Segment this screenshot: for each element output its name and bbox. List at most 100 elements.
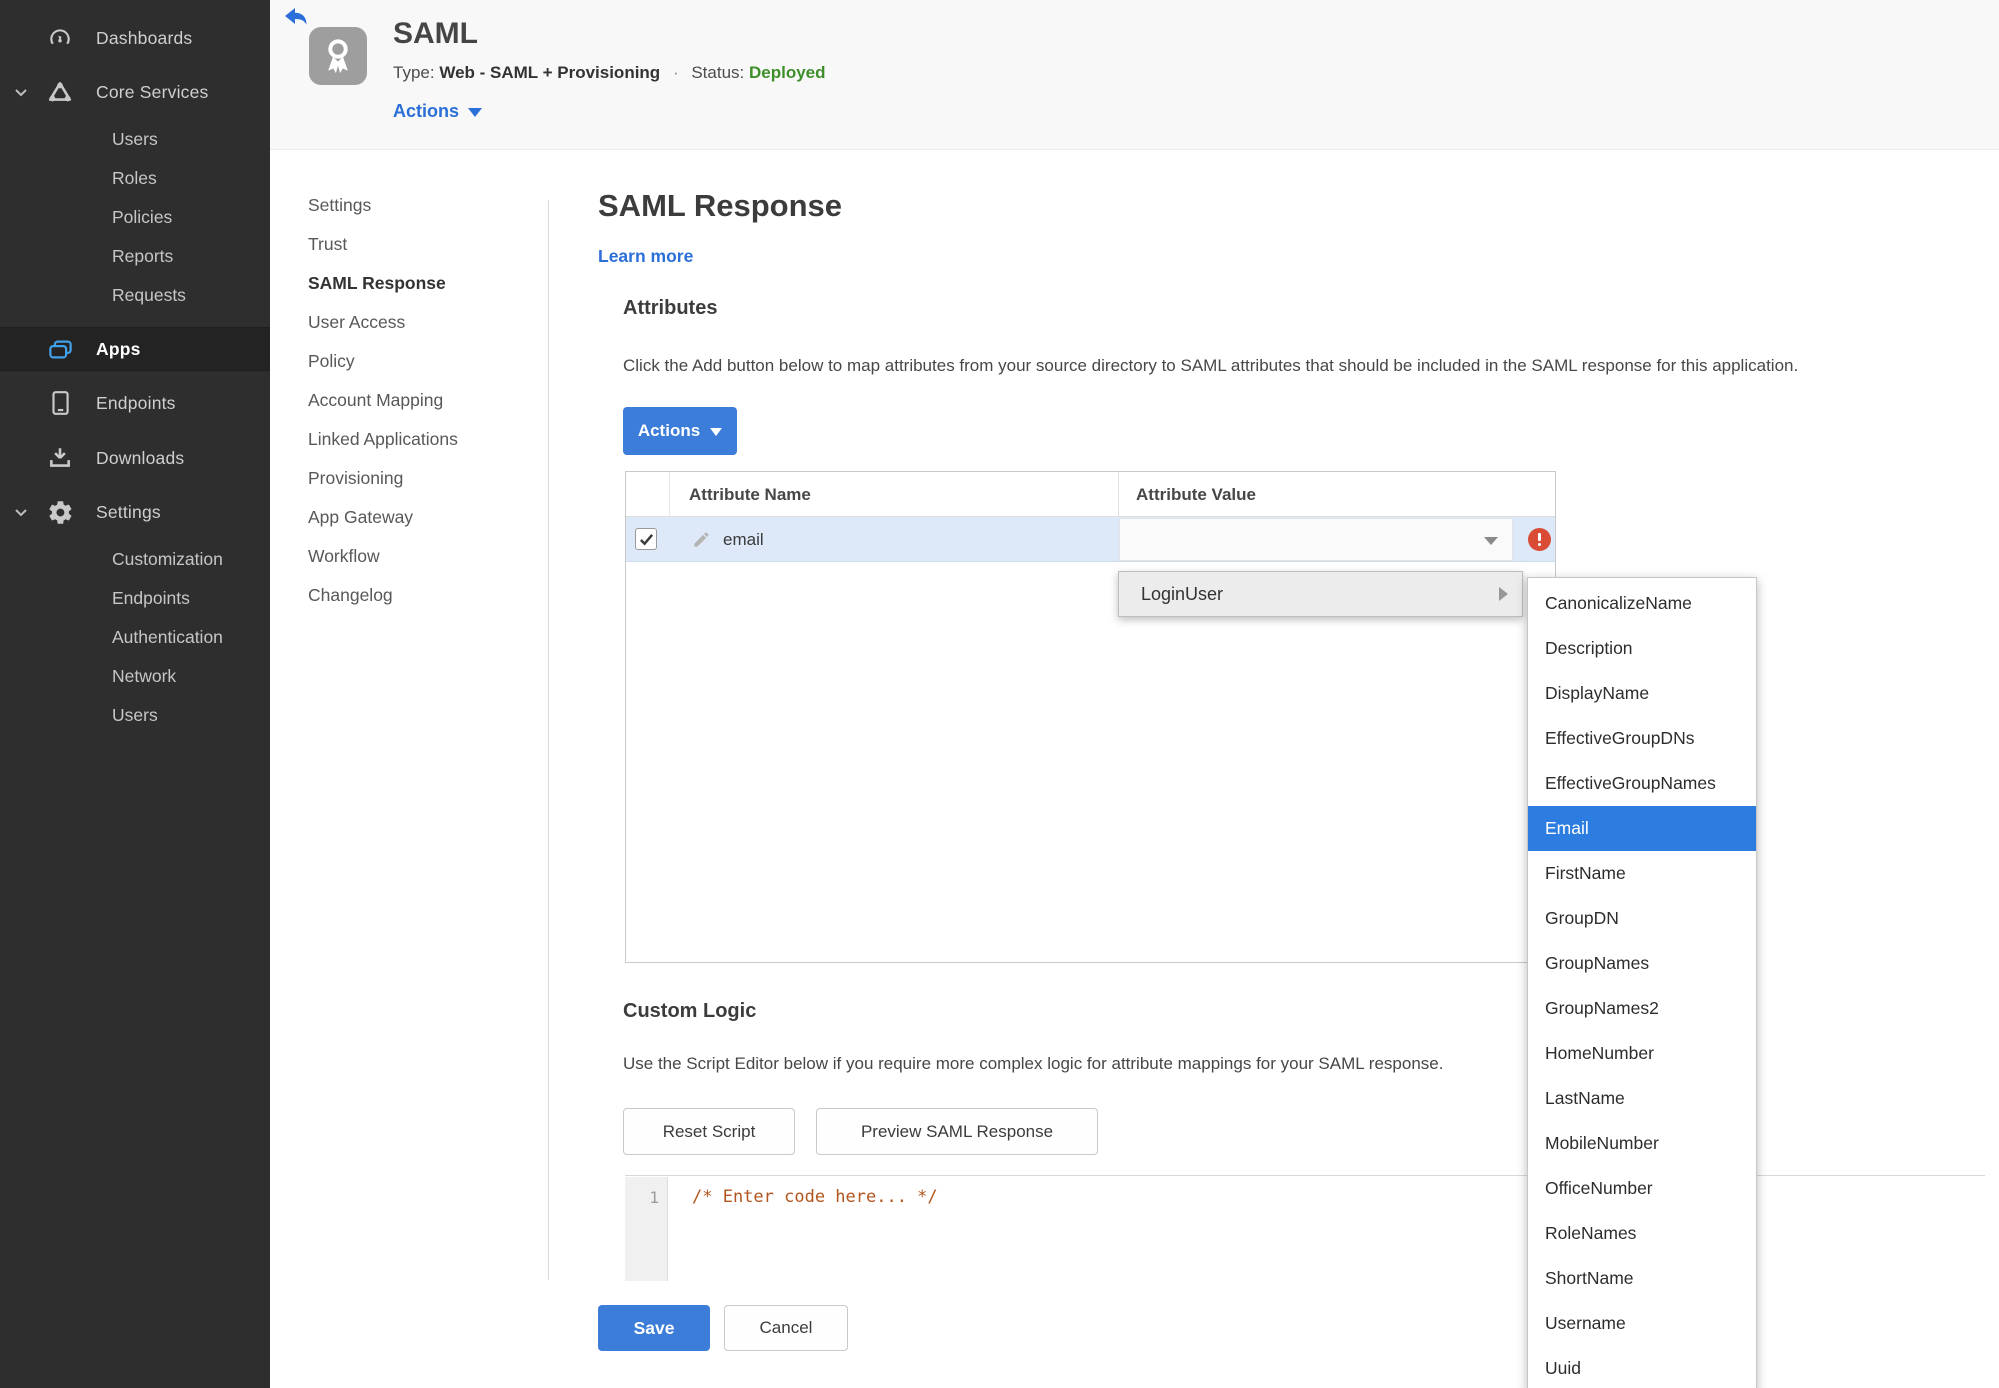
sidebar: Dashboards Core Services Users Roles Pol… bbox=[0, 0, 270, 1388]
nav-content-divider bbox=[548, 200, 549, 1280]
attributes-description: Click the Add button below to map attrib… bbox=[623, 356, 1799, 375]
chevron-down-icon bbox=[468, 108, 483, 117]
script-editor: 1 /* Enter code here... */ bbox=[625, 1175, 1985, 1281]
attribute-name-cell: email bbox=[723, 529, 764, 549]
sidebar-subitem-authentication[interactable]: Authentication bbox=[112, 618, 270, 656]
row-checkbox[interactable] bbox=[635, 528, 657, 550]
value-menu-loginuser[interactable]: LoginUser bbox=[1118, 571, 1523, 617]
menu-option-uuid[interactable]: Uuid bbox=[1528, 1346, 1756, 1388]
sidebar-item-label: Core Services bbox=[96, 81, 209, 102]
tab-policy[interactable]: Policy bbox=[308, 346, 355, 376]
award-ribbon-icon bbox=[309, 27, 367, 85]
column-divider bbox=[1118, 472, 1119, 517]
chevron-down-icon[interactable] bbox=[12, 503, 30, 521]
sidebar-item-apps[interactable]: Apps bbox=[0, 327, 270, 371]
menu-option-mobilenumber[interactable]: MobileNumber bbox=[1528, 1121, 1756, 1166]
core-services-icon bbox=[45, 77, 75, 107]
cancel-button[interactable]: Cancel bbox=[724, 1305, 848, 1351]
menu-option-effectivegroupdns[interactable]: EffectiveGroupDNs bbox=[1528, 716, 1756, 761]
menu-option-homenumber[interactable]: HomeNumber bbox=[1528, 1031, 1756, 1076]
menu-option-email[interactable]: Email bbox=[1528, 806, 1756, 851]
checkmark-icon bbox=[639, 533, 653, 546]
menu-option-officenumber[interactable]: OfficeNumber bbox=[1528, 1166, 1756, 1211]
app-meta-line: Type: Web - SAML + Provisioning · Status… bbox=[393, 63, 826, 83]
menu-option-groupnames2[interactable]: GroupNames2 bbox=[1528, 986, 1756, 1031]
sidebar-subitem-reports[interactable]: Reports bbox=[112, 237, 270, 275]
menu-option-canonicalizename[interactable]: CanonicalizeName bbox=[1528, 581, 1756, 626]
save-button[interactable]: Save bbox=[598, 1305, 710, 1351]
page-title: SAML Response bbox=[598, 188, 843, 223]
edit-pencil-icon[interactable] bbox=[692, 530, 711, 549]
menu-option-firstname[interactable]: FirstName bbox=[1528, 851, 1756, 896]
tab-trust[interactable]: Trust bbox=[308, 229, 347, 259]
chevron-down-icon bbox=[1484, 537, 1498, 545]
tab-app-gateway[interactable]: App Gateway bbox=[308, 502, 413, 532]
chevron-down-icon[interactable] bbox=[12, 83, 30, 101]
sidebar-subitem-endpoints[interactable]: Endpoints bbox=[112, 579, 270, 617]
menu-option-lastname[interactable]: LastName bbox=[1528, 1076, 1756, 1121]
attribute-value-dropdown[interactable] bbox=[1119, 518, 1513, 561]
chevron-down-icon bbox=[710, 428, 723, 436]
custom-logic-heading: Custom Logic bbox=[623, 1000, 757, 1022]
tab-user-access[interactable]: User Access bbox=[308, 307, 405, 337]
tab-provisioning[interactable]: Provisioning bbox=[308, 463, 403, 493]
column-header-attribute-value: Attribute Value bbox=[1136, 484, 1256, 504]
menu-option-shortname[interactable]: ShortName bbox=[1528, 1256, 1756, 1301]
submenu-arrow-icon bbox=[1499, 587, 1508, 601]
sidebar-subitem-users-settings[interactable]: Users bbox=[112, 696, 270, 734]
gauge-icon bbox=[45, 23, 75, 53]
sidebar-subitem-requests[interactable]: Requests bbox=[112, 276, 270, 314]
menu-option-groupnames[interactable]: GroupNames bbox=[1528, 941, 1756, 986]
table-row-email[interactable]: email bbox=[626, 517, 1555, 562]
attributes-table: Attribute Name Attribute Value email bbox=[625, 471, 1556, 963]
sidebar-item-core-services[interactable]: Core Services bbox=[0, 70, 270, 114]
apps-icon bbox=[45, 334, 75, 364]
sidebar-item-settings[interactable]: Settings bbox=[0, 490, 270, 534]
editor-gutter: 1 bbox=[625, 1177, 668, 1281]
sidebar-item-label: Settings bbox=[96, 501, 161, 522]
menu-option-groupdn[interactable]: GroupDN bbox=[1528, 896, 1756, 941]
sidebar-item-dashboards[interactable]: Dashboards bbox=[0, 16, 270, 60]
header-actions-label: Actions bbox=[393, 101, 460, 121]
attributes-actions-button[interactable]: Actions bbox=[623, 407, 737, 455]
sidebar-item-downloads[interactable]: Downloads bbox=[0, 436, 270, 480]
tablet-icon bbox=[45, 388, 75, 418]
sidebar-subitem-roles[interactable]: Roles bbox=[112, 159, 270, 197]
status-badge: Deployed bbox=[749, 63, 826, 82]
code-editor-area[interactable]: /* Enter code here... */ bbox=[668, 1177, 1984, 1281]
sidebar-subitem-network[interactable]: Network bbox=[112, 657, 270, 695]
download-icon bbox=[45, 443, 75, 473]
back-arrow-icon[interactable] bbox=[284, 6, 310, 30]
menu-option-description[interactable]: Description bbox=[1528, 626, 1756, 671]
menu-option-rolenames[interactable]: RoleNames bbox=[1528, 1211, 1756, 1256]
app-header: SAML Type: Web - SAML + Provisioning · S… bbox=[270, 0, 1999, 150]
saml-app-page: Dashboards Core Services Users Roles Pol… bbox=[0, 0, 1999, 1388]
menu-option-displayname[interactable]: DisplayName bbox=[1528, 671, 1756, 716]
tab-changelog[interactable]: Changelog bbox=[308, 580, 393, 610]
tab-saml-response[interactable]: SAML Response bbox=[308, 268, 446, 298]
gear-icon bbox=[45, 497, 75, 527]
sidebar-item-label: Endpoints bbox=[96, 392, 176, 413]
actions-button-label: Actions bbox=[637, 421, 701, 440]
menu-option-username[interactable]: Username bbox=[1528, 1301, 1756, 1346]
column-header-attribute-name: Attribute Name bbox=[689, 484, 811, 504]
value-menu-label: LoginUser bbox=[1141, 583, 1224, 604]
meta-separator: · bbox=[672, 63, 679, 82]
reset-script-button[interactable]: Reset Script bbox=[623, 1108, 795, 1155]
sidebar-item-label: Dashboards bbox=[96, 27, 193, 48]
sidebar-subitem-users[interactable]: Users bbox=[112, 120, 270, 158]
tab-account-mapping[interactable]: Account Mapping bbox=[308, 385, 443, 415]
sidebar-item-label: Downloads bbox=[96, 447, 185, 468]
sidebar-subitem-customization[interactable]: Customization bbox=[112, 540, 270, 578]
code-placeholder-comment: /* Enter code here... */ bbox=[692, 1187, 938, 1207]
sidebar-item-endpoints[interactable]: Endpoints bbox=[0, 381, 270, 425]
attributes-heading: Attributes bbox=[623, 297, 718, 319]
header-actions-menu[interactable]: Actions bbox=[393, 101, 483, 122]
menu-option-effectivegroupnames[interactable]: EffectiveGroupNames bbox=[1528, 761, 1756, 806]
tab-linked-applications[interactable]: Linked Applications bbox=[308, 424, 458, 454]
tab-settings[interactable]: Settings bbox=[308, 190, 371, 220]
tab-workflow[interactable]: Workflow bbox=[308, 541, 380, 571]
learn-more-link[interactable]: Learn more bbox=[598, 246, 693, 267]
preview-saml-response-button[interactable]: Preview SAML Response bbox=[816, 1108, 1098, 1155]
sidebar-subitem-policies[interactable]: Policies bbox=[112, 198, 270, 236]
